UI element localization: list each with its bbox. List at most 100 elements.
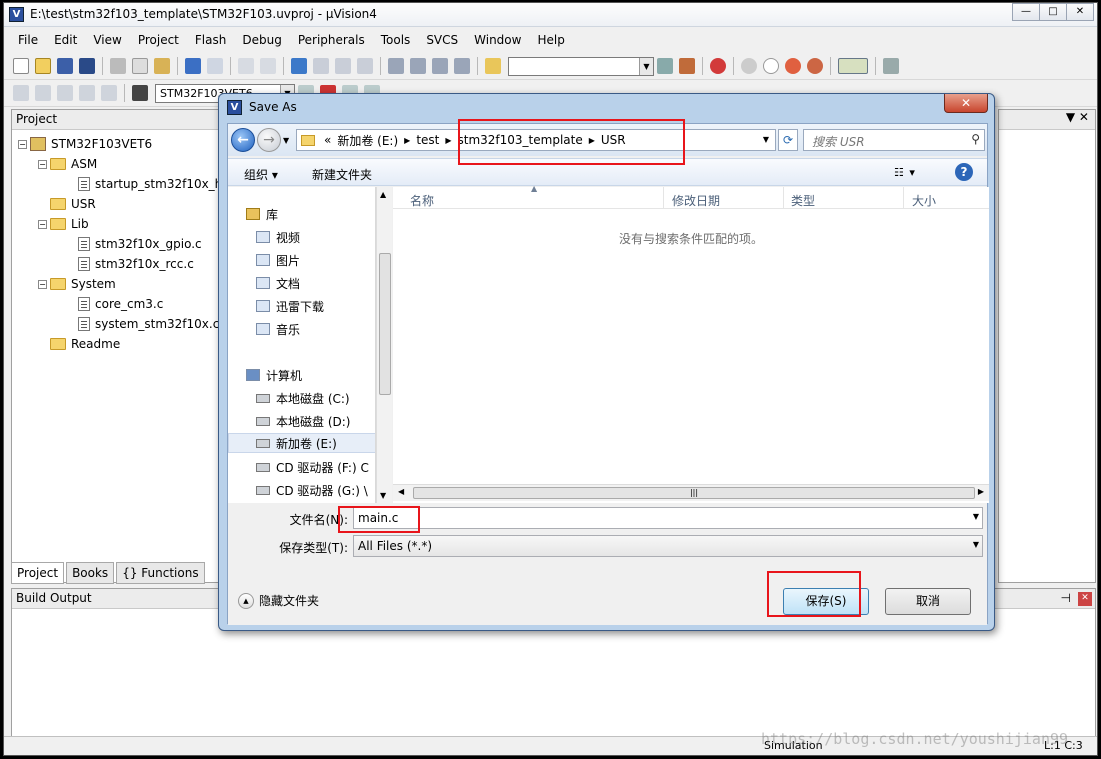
translate-icon[interactable] (13, 85, 29, 101)
unindent-icon[interactable] (410, 58, 426, 74)
undo-icon[interactable] (185, 58, 201, 74)
nav-videos[interactable]: 视频 (256, 227, 300, 247)
nav-computer[interactable]: 计算机 (246, 365, 302, 385)
rebuild-icon[interactable] (57, 85, 73, 101)
menu-window[interactable]: Window (466, 33, 529, 47)
tab-books[interactable]: Books (66, 562, 115, 584)
horizontal-scrollbar[interactable]: ◀ ||| ▶ (393, 484, 989, 501)
tree-group-system[interactable]: − System (38, 274, 116, 294)
find-combo[interactable]: ▼ (508, 56, 654, 76)
nav-cd-g[interactable]: CD 驱动器 (G:) \ (256, 480, 368, 500)
configure-icon[interactable] (883, 58, 899, 74)
maximize-button[interactable]: □ (1039, 3, 1067, 21)
chevron-right-icon[interactable]: ▶ (445, 136, 451, 145)
nav-scrollbar[interactable]: ▲ ▼ (376, 187, 392, 503)
refresh-button[interactable]: ⟳ (778, 129, 798, 151)
window-layout-icon[interactable] (838, 58, 868, 74)
scroll-up-icon[interactable]: ▲ (380, 190, 386, 199)
tree-file[interactable]: startup_stm32f10x_hd.s (78, 174, 240, 194)
tree-file[interactable]: core_cm3.c (78, 294, 163, 314)
nav-drive-e[interactable]: 新加卷 (E:) (228, 433, 375, 453)
open-file-icon[interactable] (35, 58, 51, 74)
back-button[interactable]: ← (231, 128, 255, 152)
disable-breakpoint-icon[interactable] (763, 58, 779, 74)
tree-group-asm[interactable]: − ASM (38, 154, 97, 174)
panel-controls[interactable]: ▼ ✕ (999, 110, 1095, 130)
filename-field[interactable]: main.c ▼ (353, 507, 983, 529)
breadcrumb-overflow[interactable]: « (324, 133, 331, 147)
collapse-icon[interactable]: − (38, 159, 47, 169)
view-options-icon[interactable]: ☷ ▾ (894, 166, 916, 179)
search-input[interactable]: 搜索 USR ⚲ (803, 129, 985, 151)
filetype-select[interactable]: All Files (*.*) ▼ (353, 535, 983, 557)
debug-start-icon[interactable] (710, 58, 726, 74)
tree-group-usr[interactable]: USR (50, 194, 96, 214)
nav-back-icon[interactable] (238, 58, 254, 74)
save-button[interactable]: 保存(S) (783, 588, 869, 615)
chevron-down-icon[interactable]: ▼ (973, 512, 979, 521)
tree-target[interactable]: − STM32F103VET6 (18, 134, 152, 154)
batch-build-icon[interactable] (79, 85, 95, 101)
uncomment-icon[interactable] (454, 58, 470, 74)
tree-group-readme[interactable]: Readme (50, 334, 120, 354)
nav-documents[interactable]: 文档 (256, 273, 300, 293)
collapse-icon[interactable]: − (18, 139, 27, 149)
prev-bookmark-icon[interactable] (313, 58, 329, 74)
breadcrumb-usr[interactable]: USR (601, 133, 626, 147)
help-icon[interactable]: ? (955, 163, 973, 181)
copy-icon[interactable] (132, 58, 148, 74)
save-icon[interactable] (57, 58, 73, 74)
tree-file[interactable]: system_stm32f10x.c (78, 314, 219, 334)
menu-flash[interactable]: Flash (187, 33, 234, 47)
bookmark-icon[interactable] (291, 58, 307, 74)
close-button[interactable]: ✕ (1066, 3, 1094, 21)
build-icon[interactable] (35, 85, 51, 101)
forward-button[interactable]: → (257, 128, 281, 152)
menu-help[interactable]: Help (529, 33, 572, 47)
save-all-icon[interactable] (79, 58, 95, 74)
column-divider[interactable] (663, 187, 664, 209)
menu-view[interactable]: View (85, 33, 129, 47)
scroll-right-icon[interactable]: ▶ (978, 487, 984, 496)
column-divider[interactable] (903, 187, 904, 209)
download-icon[interactable] (132, 85, 148, 101)
find-icon[interactable] (657, 58, 673, 74)
hide-folders-toggle[interactable]: ▲ 隐藏文件夹 (238, 592, 319, 609)
organize-button[interactable]: 组织 ▾ (244, 166, 278, 183)
menu-svcs[interactable]: SVCS (418, 33, 466, 47)
comment-icon[interactable] (432, 58, 448, 74)
menu-peripherals[interactable]: Peripherals (290, 33, 373, 47)
nav-cd-f[interactable]: CD 驱动器 (F:) C (256, 457, 369, 477)
pin-icon[interactable]: ⊣ (1061, 591, 1071, 605)
scroll-thumb[interactable] (379, 253, 391, 395)
chevron-down-icon[interactable]: ▼ (973, 540, 979, 549)
nav-thunder-downloads[interactable]: 迅雷下载 (256, 296, 324, 316)
nav-forward-icon[interactable] (260, 58, 276, 74)
nav-drive-c[interactable]: 本地磁盘 (C:) (256, 388, 350, 408)
tree-file[interactable]: stm32f10x_rcc.c (78, 254, 194, 274)
tree-group-lib[interactable]: − Lib (38, 214, 89, 234)
menu-file[interactable]: File (10, 33, 46, 47)
collapse-icon[interactable]: − (38, 219, 47, 229)
chevron-down-icon[interactable]: ▼ (757, 130, 775, 150)
incremental-find-icon[interactable] (679, 58, 695, 74)
new-file-icon[interactable] (13, 58, 29, 74)
tab-functions[interactable]: {} Functions (116, 562, 205, 584)
close-icon[interactable]: ✕ (1078, 592, 1092, 606)
stop-build-icon[interactable] (101, 85, 117, 101)
next-bookmark-icon[interactable] (335, 58, 351, 74)
collapse-icon[interactable]: − (38, 279, 47, 289)
minimize-button[interactable]: — (1012, 3, 1040, 21)
redo-icon[interactable] (207, 58, 223, 74)
breakpoint-icon[interactable] (741, 58, 757, 74)
cancel-button[interactable]: 取消 (885, 588, 971, 615)
nav-drive-d[interactable]: 本地磁盘 (D:) (256, 411, 350, 431)
scroll-down-icon[interactable]: ▼ (380, 491, 386, 500)
tree-file[interactable]: stm32f10x_gpio.c (78, 234, 202, 254)
menu-debug[interactable]: Debug (234, 33, 289, 47)
menu-tools[interactable]: Tools (373, 33, 419, 47)
dialog-close-button[interactable]: ✕ (944, 94, 988, 113)
menu-edit[interactable]: Edit (46, 33, 85, 47)
breadcrumb-drive-e[interactable]: 新加卷 (E:) (337, 132, 398, 149)
clear-bookmarks-icon[interactable] (357, 58, 373, 74)
